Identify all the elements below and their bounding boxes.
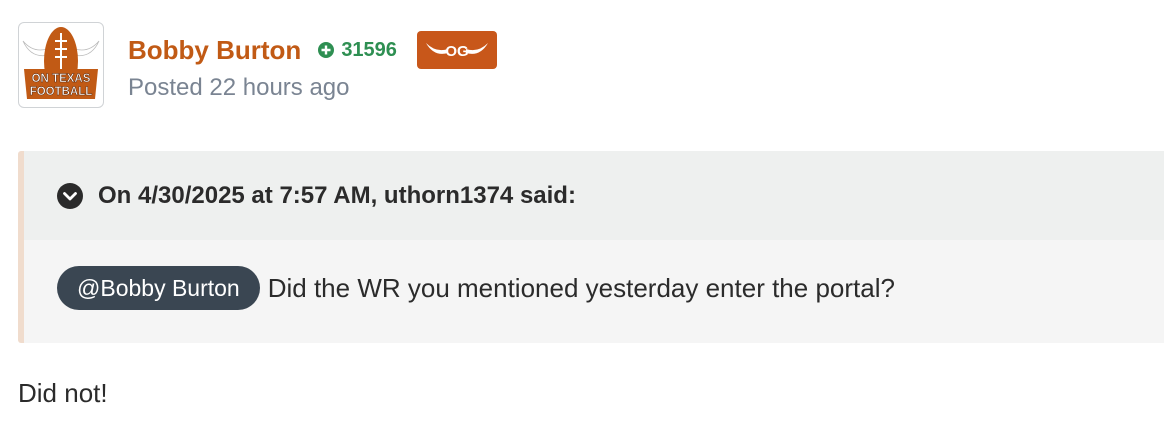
reply-text: Did not! [18, 378, 108, 408]
quote-body: @Bobby Burton Did the WR you mentioned y… [24, 240, 1164, 336]
plus-circle-icon [318, 42, 335, 58]
quote-block: On 4/30/2025 at 7:57 AM, uthorn1374 said… [18, 151, 1164, 343]
author-avatar[interactable]: ON TEXAS FOOTBALL [18, 22, 104, 108]
badge-text: OG [445, 43, 468, 60]
football-logo-icon: ON TEXAS FOOTBALL [22, 27, 100, 99]
quote-citation-bar[interactable]: On 4/30/2025 at 7:57 AM, uthorn1374 said… [24, 151, 1164, 240]
og-longhorn-badge-icon: OG [416, 31, 497, 69]
post-header: ON TEXAS FOOTBALL Bobby Burton 31596 OG … [18, 22, 1158, 112]
mention-link[interactable]: @Bobby Burton [57, 266, 260, 310]
reputation-count: 31596 [341, 38, 397, 61]
chevron-down-circle-icon[interactable] [56, 182, 84, 210]
post-timestamp[interactable]: Posted 22 hours ago [128, 74, 350, 102]
quote-text: Did the WR you mentioned yesterday enter… [267, 272, 895, 303]
quote-citation: On 4/30/2025 at 7:57 AM, uthorn1374 said… [98, 181, 576, 209]
reputation-badge[interactable]: 31596 [317, 39, 397, 62]
author-line: Bobby Burton 31596 OG [128, 30, 497, 70]
author-name-link[interactable]: Bobby Burton [128, 35, 301, 66]
avatar-text-bottom: FOOTBALL [30, 86, 93, 98]
avatar-text-top: ON TEXAS [32, 73, 91, 85]
